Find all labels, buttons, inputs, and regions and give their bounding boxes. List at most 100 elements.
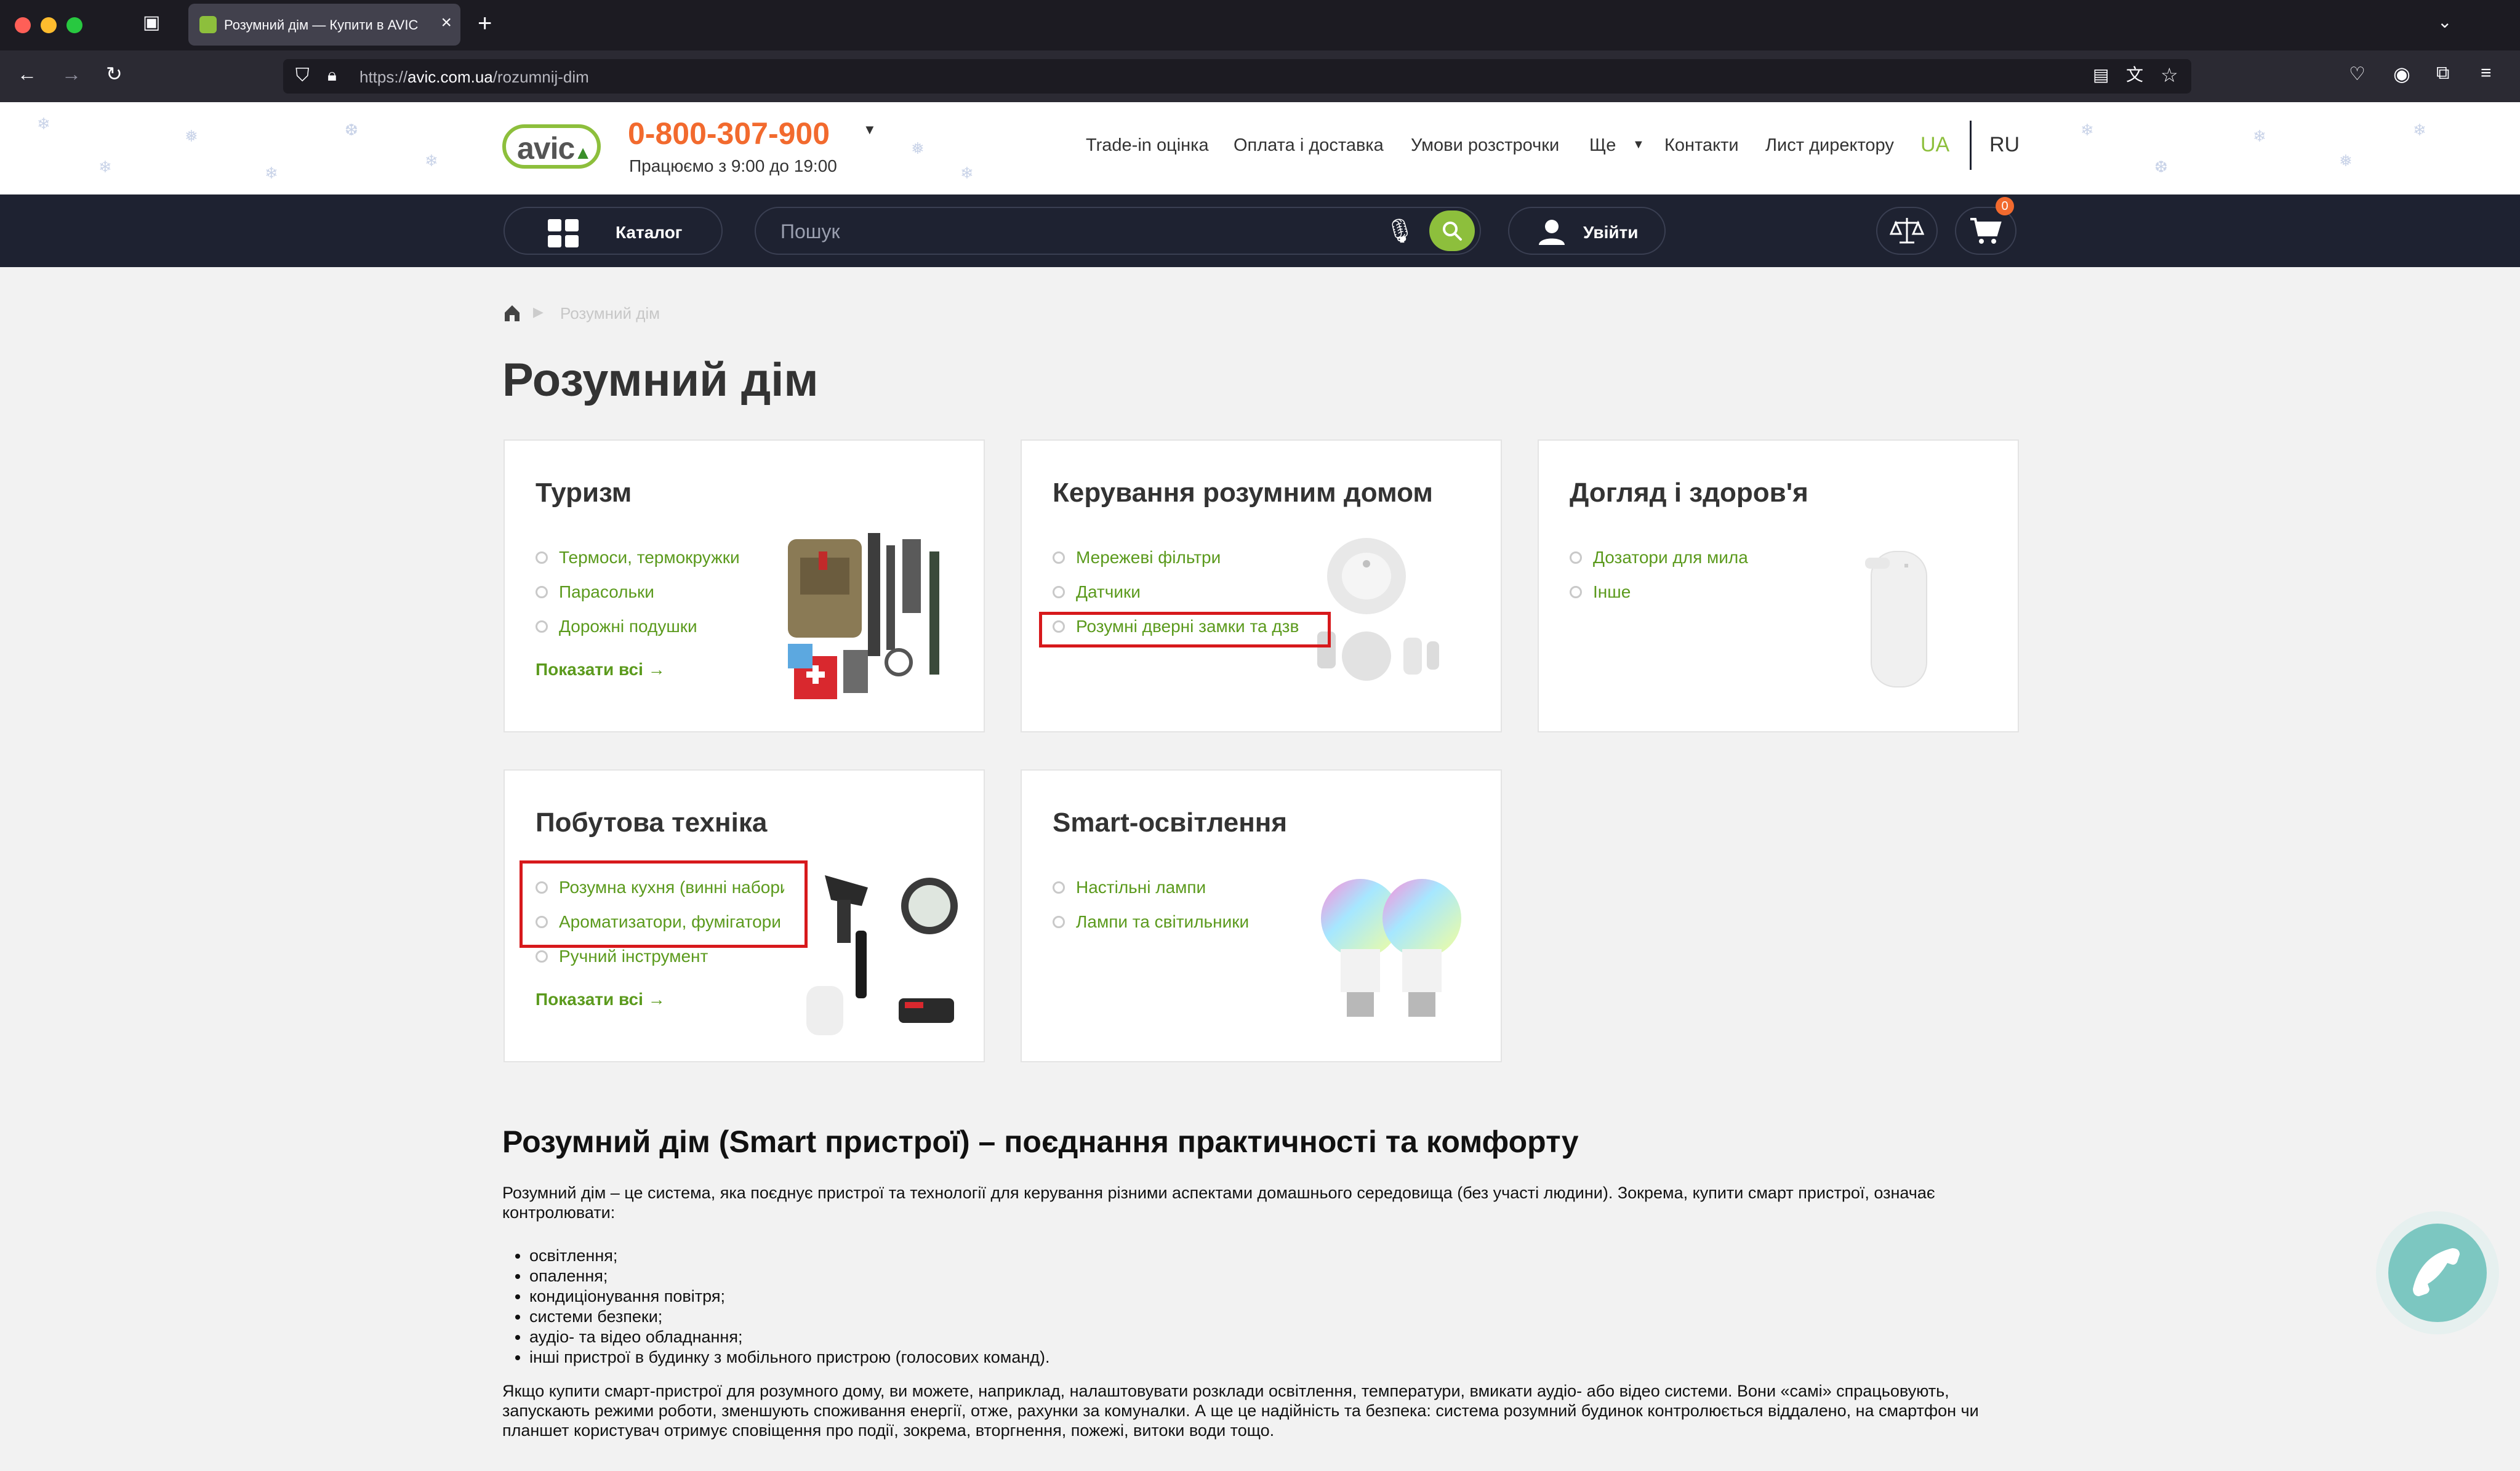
subcategory-link[interactable]: Дозатори для мила xyxy=(1570,548,1748,582)
home-icon[interactable] xyxy=(502,303,522,323)
bookmark-star-icon[interactable]: ☆ xyxy=(2161,65,2178,85)
subcategory-link[interactable]: Термоси, термокружки xyxy=(536,548,740,582)
category-card-smart-home-control: Керування розумним домом Мережеві фільтр… xyxy=(1021,439,1502,732)
tab-overview-icon[interactable]: ▣ xyxy=(143,14,160,32)
catalog-button[interactable]: Каталог xyxy=(504,207,723,255)
bullet-icon xyxy=(1053,586,1065,598)
link-trade-in[interactable]: Trade-in оцінка xyxy=(1086,135,1209,156)
account-icon[interactable]: ◉ xyxy=(2393,64,2410,84)
avic-logo[interactable]: avic ▲ xyxy=(502,124,601,169)
subcategory-link[interactable]: Лампи та світильники xyxy=(1053,912,1249,947)
subcategory-link[interactable]: Дорожні подушки xyxy=(536,617,740,651)
main-toolbar: Каталог 🎙︎ Увійти xyxy=(0,194,2520,267)
smart-bulbs-image xyxy=(1321,879,1461,1017)
more-dropdown-icon[interactable]: ▼ xyxy=(1632,138,1645,152)
bullet-icon xyxy=(536,620,548,633)
card-title[interactable]: Туризм xyxy=(536,478,632,508)
snowflake-icon: ❄ xyxy=(2413,121,2426,139)
bullet-icon xyxy=(1570,551,1582,564)
translate-icon[interactable]: 文 xyxy=(2126,66,2143,84)
link-more[interactable]: Ще xyxy=(1589,135,1616,156)
back-icon[interactable]: ← xyxy=(17,64,37,84)
lang-ua[interactable]: UA xyxy=(1920,133,1949,157)
catalog-label: Каталог xyxy=(616,223,683,242)
link-installments[interactable]: Умови розстрочки xyxy=(1411,135,1559,156)
minimize-window-button[interactable] xyxy=(41,17,57,33)
cart-icon xyxy=(1970,218,2002,244)
compare-button[interactable] xyxy=(1876,207,1938,255)
category-card-care-health: Догляд і здоров'я Дозатори для мила Інше xyxy=(1538,439,2019,732)
reader-view-icon[interactable]: ▤ xyxy=(2093,66,2109,84)
user-icon xyxy=(1539,220,1565,245)
subcategory-link[interactable]: Настільні лампи xyxy=(1053,878,1249,912)
tab-title: Розумний дім — Купити в AVIC xyxy=(224,17,419,33)
card-title[interactable]: Керування розумним домом xyxy=(1053,478,1433,508)
bullet-icon xyxy=(536,950,548,963)
phone-dropdown-icon[interactable]: ▼ xyxy=(863,122,877,138)
maximize-window-button[interactable] xyxy=(66,17,82,33)
subcategory-list: Термоси, термокружки Парасольки Дорожні … xyxy=(536,548,740,651)
list-item: інші пристрої в будинку з мобільного при… xyxy=(529,1347,1050,1368)
phone-icon xyxy=(2413,1248,2460,1296)
card-title[interactable]: Побутова техніка xyxy=(536,808,767,838)
new-tab-icon[interactable]: + xyxy=(478,11,492,36)
extensions-icon[interactable]: ⧉ xyxy=(2436,64,2449,82)
list-all-tabs-icon[interactable]: ⌄ xyxy=(2438,14,2452,31)
close-window-button[interactable] xyxy=(15,17,31,33)
breadcrumb-current: Розумний дім xyxy=(560,304,660,323)
pocket-icon[interactable]: ♡ xyxy=(2349,65,2366,84)
microphone-icon[interactable]: 🎙︎ xyxy=(1385,218,1414,245)
snowflake-icon: ❄ xyxy=(2253,127,2266,145)
highlight-box xyxy=(1039,612,1331,647)
category-card-smart-lighting: Smart-освітлення Настільні лампи Лампи т… xyxy=(1021,769,1502,1062)
callback-button-inner xyxy=(2388,1224,2487,1322)
category-card-household-appliances: Побутова техніка Розумна кухня (винні на… xyxy=(504,769,985,1062)
link-director-letter[interactable]: Лист директору xyxy=(1765,135,1894,156)
close-tab-icon[interactable]: × xyxy=(441,12,452,33)
seo-list: освітлення; опалення; кондиціонування по… xyxy=(527,1246,1050,1368)
subcategory-list: Дозатори для мила Інше xyxy=(1570,548,1748,617)
bullet-icon xyxy=(536,551,548,564)
list-item: опалення; xyxy=(529,1266,1050,1286)
show-all-link[interactable]: Показати всі → xyxy=(536,660,665,679)
snowflake-icon: ❆ xyxy=(345,121,358,139)
browser-navbar: ← → ↻ ⛉ 🔒︎ https://avic.com.ua/rozumnij-… xyxy=(0,50,2520,102)
callback-button[interactable] xyxy=(2376,1211,2499,1334)
login-label: Увійти xyxy=(1583,223,1639,242)
search-input[interactable] xyxy=(780,219,1334,244)
snowflake-icon: ❄ xyxy=(37,114,50,133)
login-button[interactable]: Увійти xyxy=(1508,207,1666,255)
link-contacts[interactable]: Контакти xyxy=(1664,135,1739,156)
reload-icon[interactable]: ↻ xyxy=(106,64,122,84)
address-bar[interactable]: ⛉ 🔒︎ https://avic.com.ua/rozumnij-dim ▤ … xyxy=(283,59,2191,94)
search-button[interactable] xyxy=(1429,210,1475,251)
snowflake-icon: ❅ xyxy=(185,127,198,145)
phone-number[interactable]: 0-800-307-900 xyxy=(628,116,830,151)
lang-ru[interactable]: RU xyxy=(1989,133,2020,157)
show-all-link[interactable]: Показати всі → xyxy=(536,990,665,1009)
list-item: кондиціонування повітря; xyxy=(529,1286,1050,1307)
breadcrumb-separator: ▶ xyxy=(533,304,544,319)
subcategory-link[interactable]: Мережеві фільтри xyxy=(1053,548,1300,582)
lock-icon[interactable]: 🔒︎ xyxy=(327,66,337,84)
snowflake-icon: ❄ xyxy=(98,158,112,176)
grid-icon xyxy=(548,219,579,247)
snowflake-icon: ❄ xyxy=(2081,121,2094,139)
christmas-tree-icon: ▲ xyxy=(574,143,592,163)
seo-title: Розумний дім (Smart пристрої) – поєднанн… xyxy=(502,1124,1579,1159)
url-text: https://avic.com.ua/rozumnij-dim xyxy=(359,68,589,86)
subcategory-link[interactable]: Інше xyxy=(1570,582,1748,617)
subcategory-link[interactable]: Ручний інструмент xyxy=(536,947,784,981)
subcategory-link[interactable]: Парасольки xyxy=(536,582,740,617)
menu-icon[interactable]: ≡ xyxy=(2481,64,2492,82)
card-title[interactable]: Догляд і здоров'я xyxy=(1570,478,1808,508)
browser-tab-active[interactable]: Розумний дім — Купити в AVIC × xyxy=(188,4,460,46)
card-title[interactable]: Smart-освітлення xyxy=(1053,808,1287,838)
browser-tabbar: ▣ Розумний дім — Купити в AVIC × + ⌄ xyxy=(0,0,2520,50)
link-payment-delivery[interactable]: Оплата і доставка xyxy=(1234,135,1384,156)
forward-icon[interactable]: → xyxy=(62,64,81,84)
shield-icon[interactable]: ⛉ xyxy=(295,66,310,85)
subcategory-list: Настільні лампи Лампи та світильники xyxy=(1053,878,1249,947)
list-item: системи безпеки; xyxy=(529,1307,1050,1327)
site-header: ❄ ❄ ❅ ❄ ❆ ❄ ❅ ❄ ❄ ❆ ❄ ❅ ❄ avic ▲ 0-800-3… xyxy=(0,102,2520,194)
